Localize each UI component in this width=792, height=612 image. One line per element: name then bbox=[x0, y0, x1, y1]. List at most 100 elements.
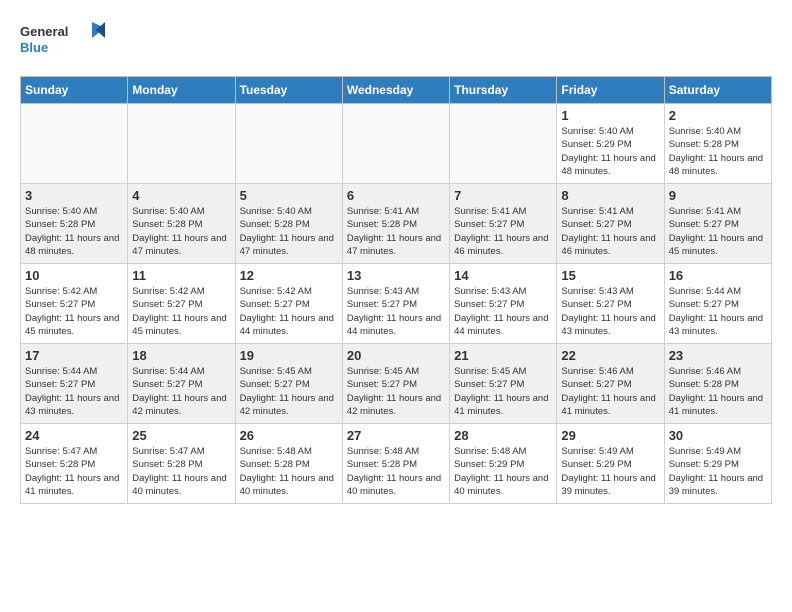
day-info: Sunrise: 5:42 AM Sunset: 5:27 PM Dayligh… bbox=[132, 285, 230, 338]
day-number: 12 bbox=[240, 268, 338, 283]
weekday-header: Friday bbox=[557, 77, 664, 104]
calendar-cell: 20 Sunrise: 5:45 AM Sunset: 5:27 PM Dayli… bbox=[342, 344, 449, 424]
day-number: 16 bbox=[669, 268, 767, 283]
day-info: Sunrise: 5:40 AM Sunset: 5:28 PM Dayligh… bbox=[132, 205, 230, 258]
calendar-cell bbox=[21, 104, 128, 184]
weekday-header: Tuesday bbox=[235, 77, 342, 104]
day-info: Sunrise: 5:42 AM Sunset: 5:27 PM Dayligh… bbox=[240, 285, 338, 338]
day-number: 27 bbox=[347, 428, 445, 443]
calendar-cell bbox=[235, 104, 342, 184]
weekday-header: Saturday bbox=[664, 77, 771, 104]
day-info: Sunrise: 5:43 AM Sunset: 5:27 PM Dayligh… bbox=[347, 285, 445, 338]
day-number: 1 bbox=[561, 108, 659, 123]
day-number: 7 bbox=[454, 188, 552, 203]
day-info: Sunrise: 5:46 AM Sunset: 5:27 PM Dayligh… bbox=[561, 365, 659, 418]
day-number: 19 bbox=[240, 348, 338, 363]
calendar-cell: 2 Sunrise: 5:40 AM Sunset: 5:28 PM Daylig… bbox=[664, 104, 771, 184]
calendar-cell: 6 Sunrise: 5:41 AM Sunset: 5:28 PM Daylig… bbox=[342, 184, 449, 264]
weekday-header: Thursday bbox=[450, 77, 557, 104]
weekday-header-row: SundayMondayTuesdayWednesdayThursdayFrid… bbox=[21, 77, 772, 104]
calendar-cell: 10 Sunrise: 5:42 AM Sunset: 5:27 PM Dayli… bbox=[21, 264, 128, 344]
calendar-cell bbox=[342, 104, 449, 184]
day-info: Sunrise: 5:43 AM Sunset: 5:27 PM Dayligh… bbox=[454, 285, 552, 338]
day-info: Sunrise: 5:41 AM Sunset: 5:28 PM Dayligh… bbox=[347, 205, 445, 258]
day-info: Sunrise: 5:41 AM Sunset: 5:27 PM Dayligh… bbox=[561, 205, 659, 258]
calendar-cell: 29 Sunrise: 5:49 AM Sunset: 5:29 PM Dayli… bbox=[557, 424, 664, 504]
day-info: Sunrise: 5:45 AM Sunset: 5:27 PM Dayligh… bbox=[454, 365, 552, 418]
calendar-table: SundayMondayTuesdayWednesdayThursdayFrid… bbox=[20, 76, 772, 504]
day-info: Sunrise: 5:40 AM Sunset: 5:28 PM Dayligh… bbox=[240, 205, 338, 258]
weekday-header: Monday bbox=[128, 77, 235, 104]
calendar-week-row: 3 Sunrise: 5:40 AM Sunset: 5:28 PM Daylig… bbox=[21, 184, 772, 264]
calendar-cell: 30 Sunrise: 5:49 AM Sunset: 5:29 PM Dayli… bbox=[664, 424, 771, 504]
day-info: Sunrise: 5:48 AM Sunset: 5:28 PM Dayligh… bbox=[240, 445, 338, 498]
day-number: 25 bbox=[132, 428, 230, 443]
calendar-cell: 8 Sunrise: 5:41 AM Sunset: 5:27 PM Daylig… bbox=[557, 184, 664, 264]
day-number: 26 bbox=[240, 428, 338, 443]
calendar-cell: 22 Sunrise: 5:46 AM Sunset: 5:27 PM Dayli… bbox=[557, 344, 664, 424]
calendar-cell: 14Sunrise: 5:43 AM Sunset: 5:27 PM Dayli… bbox=[450, 264, 557, 344]
calendar-cell: 11 Sunrise: 5:42 AM Sunset: 5:27 PM Dayli… bbox=[128, 264, 235, 344]
day-number: 2 bbox=[669, 108, 767, 123]
day-info: Sunrise: 5:49 AM Sunset: 5:29 PM Dayligh… bbox=[561, 445, 659, 498]
weekday-header: Wednesday bbox=[342, 77, 449, 104]
day-info: Sunrise: 5:40 AM Sunset: 5:28 PM Dayligh… bbox=[669, 125, 767, 178]
day-number: 6 bbox=[347, 188, 445, 203]
day-info: Sunrise: 5:47 AM Sunset: 5:28 PM Dayligh… bbox=[25, 445, 123, 498]
day-info: Sunrise: 5:45 AM Sunset: 5:27 PM Dayligh… bbox=[240, 365, 338, 418]
day-info: Sunrise: 5:48 AM Sunset: 5:29 PM Dayligh… bbox=[454, 445, 552, 498]
day-info: Sunrise: 5:46 AM Sunset: 5:28 PM Dayligh… bbox=[669, 365, 767, 418]
svg-text:Blue: Blue bbox=[20, 40, 48, 55]
day-info: Sunrise: 5:40 AM Sunset: 5:28 PM Dayligh… bbox=[25, 205, 123, 258]
day-number: 24 bbox=[25, 428, 123, 443]
calendar-cell bbox=[450, 104, 557, 184]
calendar-cell: 3 Sunrise: 5:40 AM Sunset: 5:28 PM Daylig… bbox=[21, 184, 128, 264]
day-info: Sunrise: 5:44 AM Sunset: 5:27 PM Dayligh… bbox=[132, 365, 230, 418]
calendar-cell: 1 Sunrise: 5:40 AM Sunset: 5:29 PM Daylig… bbox=[557, 104, 664, 184]
day-number: 15 bbox=[561, 268, 659, 283]
weekday-header: Sunday bbox=[21, 77, 128, 104]
day-info: Sunrise: 5:48 AM Sunset: 5:28 PM Dayligh… bbox=[347, 445, 445, 498]
day-number: 5 bbox=[240, 188, 338, 203]
calendar-cell: 5 Sunrise: 5:40 AM Sunset: 5:28 PM Daylig… bbox=[235, 184, 342, 264]
calendar-cell: 15 Sunrise: 5:43 AM Sunset: 5:27 PM Dayli… bbox=[557, 264, 664, 344]
calendar-cell: 25Sunrise: 5:47 AM Sunset: 5:28 PM Dayli… bbox=[128, 424, 235, 504]
calendar-cell: 24 Sunrise: 5:47 AM Sunset: 5:28 PM Dayli… bbox=[21, 424, 128, 504]
day-info: Sunrise: 5:43 AM Sunset: 5:27 PM Dayligh… bbox=[561, 285, 659, 338]
calendar-cell: 16Sunrise: 5:44 AM Sunset: 5:27 PM Dayli… bbox=[664, 264, 771, 344]
day-info: Sunrise: 5:41 AM Sunset: 5:27 PM Dayligh… bbox=[454, 205, 552, 258]
calendar-cell: 18Sunrise: 5:44 AM Sunset: 5:27 PM Dayli… bbox=[128, 344, 235, 424]
day-number: 28 bbox=[454, 428, 552, 443]
day-info: Sunrise: 5:45 AM Sunset: 5:27 PM Dayligh… bbox=[347, 365, 445, 418]
day-number: 23 bbox=[669, 348, 767, 363]
day-number: 30 bbox=[669, 428, 767, 443]
day-number: 4 bbox=[132, 188, 230, 203]
calendar-week-row: 24 Sunrise: 5:47 AM Sunset: 5:28 PM Dayli… bbox=[21, 424, 772, 504]
day-number: 11 bbox=[132, 268, 230, 283]
calendar-week-row: 10 Sunrise: 5:42 AM Sunset: 5:27 PM Dayli… bbox=[21, 264, 772, 344]
day-info: Sunrise: 5:42 AM Sunset: 5:27 PM Dayligh… bbox=[25, 285, 123, 338]
calendar-cell: 21 Sunrise: 5:45 AM Sunset: 5:27 PM Dayli… bbox=[450, 344, 557, 424]
calendar-cell: 19 Sunrise: 5:45 AM Sunset: 5:27 PM Dayli… bbox=[235, 344, 342, 424]
calendar-cell: 23 Sunrise: 5:46 AM Sunset: 5:28 PM Dayli… bbox=[664, 344, 771, 424]
calendar-week-row: 17Sunrise: 5:44 AM Sunset: 5:27 PM Dayli… bbox=[21, 344, 772, 424]
calendar-cell: 7 Sunrise: 5:41 AM Sunset: 5:27 PM Daylig… bbox=[450, 184, 557, 264]
calendar-cell: 17Sunrise: 5:44 AM Sunset: 5:27 PM Dayli… bbox=[21, 344, 128, 424]
logo-svg: General Blue bbox=[20, 20, 110, 60]
svg-text:General: General bbox=[20, 24, 68, 39]
day-number: 8 bbox=[561, 188, 659, 203]
day-number: 13 bbox=[347, 268, 445, 283]
calendar-cell: 27 Sunrise: 5:48 AM Sunset: 5:28 PM Dayli… bbox=[342, 424, 449, 504]
day-number: 20 bbox=[347, 348, 445, 363]
day-info: Sunrise: 5:40 AM Sunset: 5:29 PM Dayligh… bbox=[561, 125, 659, 178]
day-number: 3 bbox=[25, 188, 123, 203]
day-number: 21 bbox=[454, 348, 552, 363]
day-info: Sunrise: 5:41 AM Sunset: 5:27 PM Dayligh… bbox=[669, 205, 767, 258]
calendar-cell: 28 Sunrise: 5:48 AM Sunset: 5:29 PM Dayli… bbox=[450, 424, 557, 504]
day-info: Sunrise: 5:49 AM Sunset: 5:29 PM Dayligh… bbox=[669, 445, 767, 498]
day-number: 29 bbox=[561, 428, 659, 443]
calendar-cell: 9Sunrise: 5:41 AM Sunset: 5:27 PM Daylig… bbox=[664, 184, 771, 264]
day-number: 10 bbox=[25, 268, 123, 283]
calendar-cell: 26 Sunrise: 5:48 AM Sunset: 5:28 PM Dayli… bbox=[235, 424, 342, 504]
day-number: 22 bbox=[561, 348, 659, 363]
